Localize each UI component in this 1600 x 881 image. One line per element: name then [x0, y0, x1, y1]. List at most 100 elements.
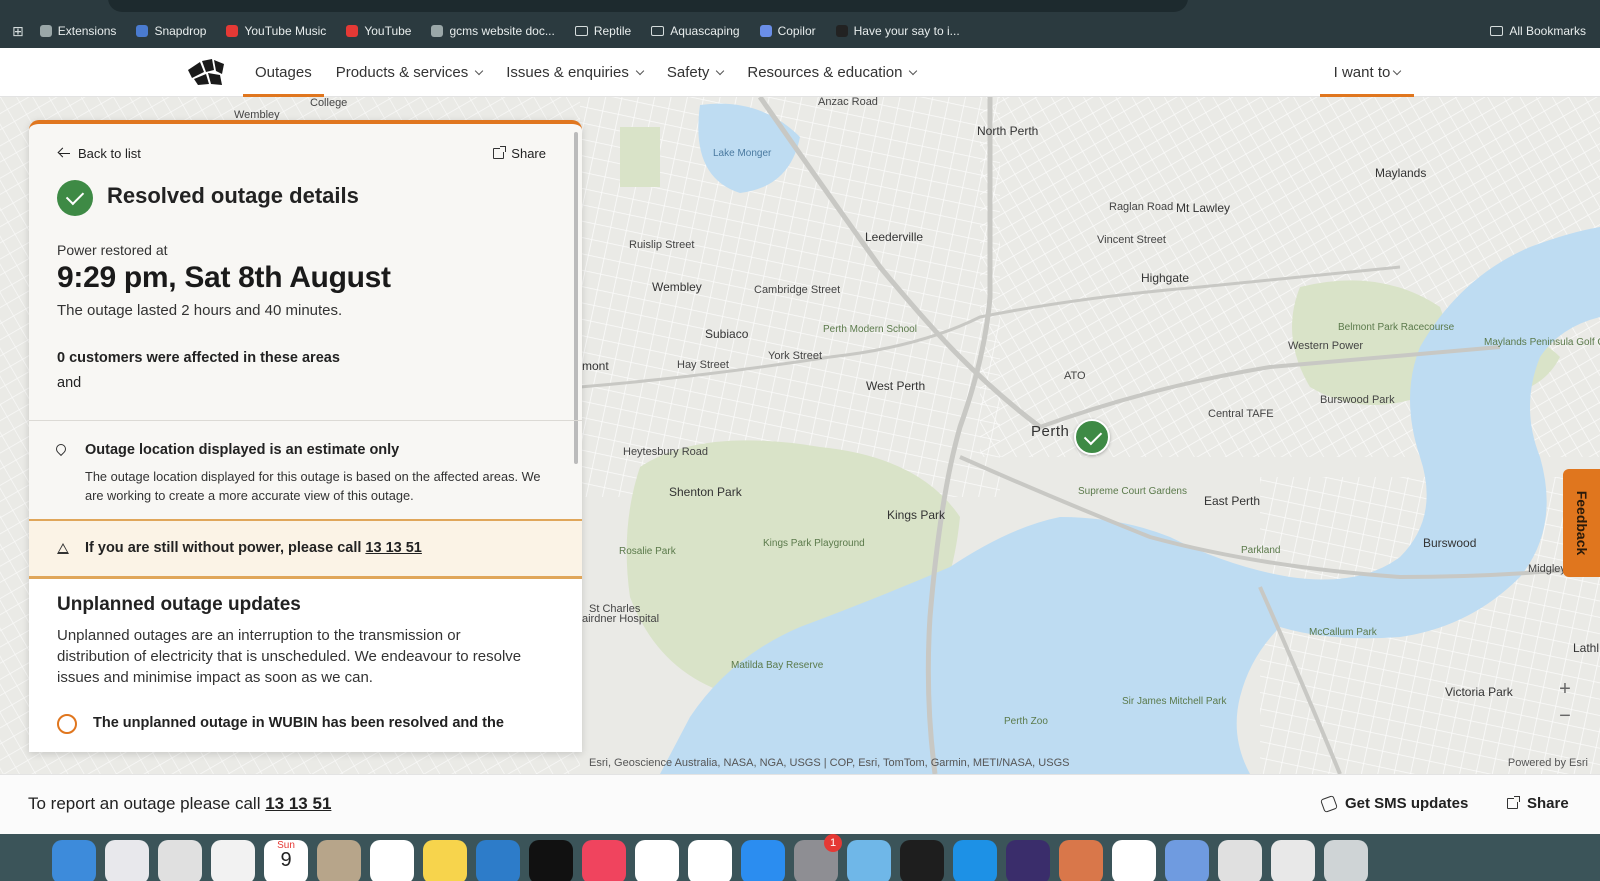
- feedback-tab[interactable]: Feedback: [1563, 469, 1600, 577]
- nav-item-label: Resources & education: [747, 64, 903, 81]
- share-icon: [1507, 796, 1520, 809]
- powered-by-esri-link[interactable]: Powered by Esri: [1508, 757, 1588, 769]
- dock-app-chrome-2-icon[interactable]: [1218, 840, 1262, 881]
- map-label: Belmont Park Racecourse: [1338, 322, 1455, 333]
- nav-item[interactable]: Issues & enquiries: [494, 48, 655, 97]
- footer-bar: To report an outage please call 13 13 51…: [0, 774, 1600, 834]
- map-label: Vincent Street: [1097, 234, 1166, 246]
- zoom-in-button[interactable]: +: [1552, 677, 1578, 703]
- report-prefix: To report an outage please call: [28, 794, 266, 813]
- map-label: airdner Hospital: [582, 613, 660, 625]
- bookmark-item[interactable]: Copilor: [750, 24, 826, 38]
- bookmark-item[interactable]: gcms website doc...: [421, 24, 564, 38]
- customers-affected: 0 customers were affected in these areas: [57, 350, 340, 366]
- outage-marker-resolved[interactable]: [1074, 419, 1110, 455]
- bookmark-item[interactable]: Snapdrop: [126, 24, 216, 38]
- back-to-list-button[interactable]: Back to list: [59, 146, 141, 161]
- bookmark-favicon-icon: [226, 25, 239, 37]
- dock-app-photos-icon[interactable]: [211, 840, 255, 881]
- nav-item[interactable]: Resources & education: [735, 48, 928, 97]
- map-label: Western Power: [1288, 340, 1363, 352]
- bookmark-item[interactable]: YouTube Music: [216, 24, 336, 38]
- warning-icon: [57, 543, 69, 554]
- dock-app-contacts-icon[interactable]: [317, 840, 361, 881]
- nav-item-label: Products & services: [335, 64, 469, 81]
- i-want-to-label: I want to: [1333, 64, 1391, 81]
- nav-item[interactable]: Outages: [243, 48, 324, 97]
- dock-app-reminders-icon[interactable]: [370, 840, 414, 881]
- bookmark-label: YouTube: [364, 24, 412, 38]
- dock-app-news-icon[interactable]: [688, 840, 732, 881]
- chevron-down-icon: [716, 66, 725, 75]
- dock-app-copilot-icon[interactable]: [847, 840, 891, 881]
- bookmark-item[interactable]: Aquascaping: [641, 24, 749, 38]
- dock-app-figma-icon[interactable]: [900, 840, 944, 881]
- dock-app-finder-icon[interactable]: [52, 840, 96, 881]
- map-label: Ruislip Street: [629, 239, 695, 251]
- map-label: East Perth: [1204, 494, 1261, 508]
- dock-app-trash-icon[interactable]: [1324, 840, 1368, 881]
- dock-app-calendar-icon[interactable]: Sun 9: [264, 840, 308, 881]
- dock-app-tv-icon[interactable]: [529, 840, 573, 881]
- chevron-down-icon: [635, 66, 645, 75]
- report-number-link[interactable]: 13 13 51: [265, 794, 331, 813]
- map-label: Maylands: [1375, 166, 1427, 180]
- dock-app-docker-icon[interactable]: [953, 840, 997, 881]
- timeline-circle-icon: [57, 714, 77, 734]
- call-number-link[interactable]: 13 13 51: [365, 540, 421, 556]
- location-notice-text: The outage location displayed for this o…: [85, 469, 541, 503]
- dock-app-notes-icon[interactable]: [423, 840, 467, 881]
- map-label: Raglan Road: [1109, 201, 1174, 213]
- dock-app-app-store-icon[interactable]: [741, 840, 785, 881]
- map-label: Sir James Mitchell Park: [1122, 696, 1227, 707]
- dock-app-settings-icon[interactable]: 1: [794, 834, 842, 881]
- share-icon: [493, 146, 507, 159]
- bookmark-item[interactable]: Have your say to i...: [826, 24, 970, 38]
- location-notice-title: Outage location displayed is an estimate…: [85, 442, 400, 458]
- nav-item[interactable]: Products & services: [324, 48, 495, 97]
- footer-share-button[interactable]: Share: [1507, 795, 1569, 812]
- bookmark-label: Snapdrop: [154, 24, 207, 38]
- dock-app-chrome-icon[interactable]: [158, 840, 202, 881]
- map-label: Maylands Peninsula Golf Course: [1484, 337, 1600, 348]
- map-label: Victoria Park: [1445, 685, 1513, 699]
- nav-item[interactable]: Safety: [655, 48, 736, 97]
- i-want-to-menu[interactable]: I want to: [1320, 48, 1414, 97]
- dock-app-launchpad-icon[interactable]: [105, 840, 149, 881]
- apps-grid-icon[interactable]: ⊞: [0, 23, 30, 40]
- nav-item-label: Safety: [666, 64, 710, 81]
- dock-app-music-icon[interactable]: [582, 840, 626, 881]
- folder-icon: [574, 26, 588, 36]
- sms-updates-button[interactable]: Get SMS updates: [1320, 794, 1468, 813]
- nav-item-label: Outages: [255, 64, 312, 81]
- western-power-logo[interactable]: [186, 58, 228, 86]
- map-label: York Street: [768, 350, 823, 362]
- outage-duration: The outage lasted 2 hours and 40 minutes…: [57, 302, 343, 319]
- map-label: McCallum Park: [1309, 627, 1377, 638]
- map-label: Perth Zoo: [1004, 716, 1048, 727]
- map-label: Highgate: [1141, 271, 1190, 285]
- update-item: The unplanned outage in WUBIN has been r…: [93, 715, 504, 731]
- bookmark-item[interactable]: Reptile: [565, 24, 641, 38]
- address-bar[interactable]: [108, 0, 1188, 12]
- dock-app-claude-icon[interactable]: [1059, 840, 1103, 881]
- bookmark-item[interactable]: YouTube: [336, 24, 421, 38]
- share-button[interactable]: Share: [493, 146, 546, 161]
- dock-app-obsidian-icon[interactable]: [1006, 840, 1050, 881]
- bookmark-favicon-icon: [835, 25, 848, 37]
- dock-app-freeform-icon[interactable]: [476, 840, 520, 881]
- outage-details-panel: Back to list Share Resolved outage detai…: [29, 120, 582, 752]
- dock-app-textedit-icon[interactable]: [1112, 840, 1156, 881]
- bookmark-item[interactable]: Extensions: [30, 24, 127, 38]
- map-label: College: [310, 97, 348, 109]
- macos-dock: Sun 9 1: [52, 834, 1368, 881]
- map-label: Mt Lawley: [1176, 201, 1231, 215]
- dock-app-preview-icon[interactable]: [1165, 840, 1209, 881]
- all-bookmarks[interactable]: All Bookmarks: [1490, 14, 1586, 48]
- dock-app-documents-icon[interactable]: [1271, 840, 1315, 881]
- zoom-out-button[interactable]: −: [1552, 704, 1578, 730]
- dock-app-vscode-icon[interactable]: [635, 840, 679, 881]
- bookmark-favicon-icon: [431, 25, 444, 37]
- report-outage-text: To report an outage please call 13 13 51: [28, 794, 331, 814]
- map-label: Hay Street: [677, 359, 729, 371]
